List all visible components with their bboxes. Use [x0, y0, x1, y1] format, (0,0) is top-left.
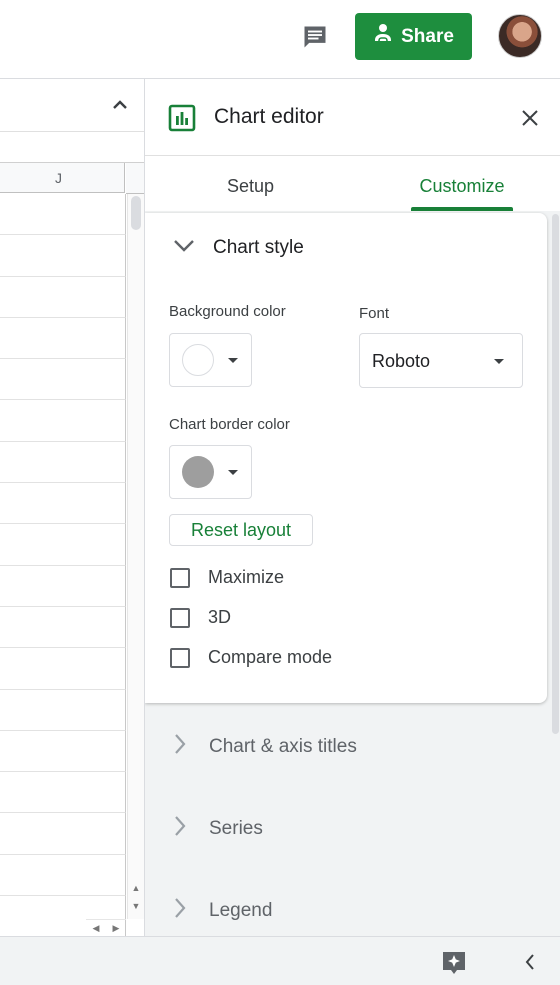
bar-chart-icon: [168, 104, 196, 132]
grid-row[interactable]: [0, 730, 126, 773]
caret-down-icon: [228, 358, 238, 363]
scroll-down-icon[interactable]: ▼: [128, 897, 144, 915]
font-label: Font: [359, 305, 390, 322]
collapse-toolbar-row: [0, 79, 144, 132]
column-header-j[interactable]: J: [0, 163, 125, 193]
top-bar: Share: [0, 0, 560, 79]
grid-row[interactable]: [0, 235, 126, 277]
tab-setup[interactable]: Setup: [193, 156, 308, 211]
section-label: Chart & axis titles: [209, 736, 357, 757]
background-color-picker[interactable]: [169, 333, 252, 387]
panel-scrollbar[interactable]: [552, 214, 559, 734]
grid-row[interactable]: [0, 317, 126, 360]
maximize-label: Maximize: [208, 567, 285, 587]
grid-row[interactable]: [0, 400, 126, 442]
maximize-checkbox[interactable]: [170, 567, 190, 588]
chart-style-header[interactable]: Chart style: [173, 237, 304, 259]
header-corner: [126, 163, 144, 194]
section-label: Series: [209, 818, 263, 839]
grid-row[interactable]: [0, 854, 126, 897]
chevron-right-icon: [173, 733, 187, 761]
grid-row[interactable]: [0, 483, 126, 525]
background-color-label: Background color: [169, 303, 286, 320]
scroll-thumb[interactable]: [131, 196, 141, 230]
3d-option[interactable]: 3D: [170, 607, 231, 628]
scroll-left-icon[interactable]: ◀: [93, 923, 100, 934]
panel-title: Chart editor: [214, 105, 324, 128]
caret-down-icon: [494, 359, 504, 364]
chevron-right-icon: [173, 897, 187, 925]
grid-row[interactable]: [0, 524, 126, 566]
avatar[interactable]: [498, 14, 542, 58]
chevron-left-icon[interactable]: [520, 952, 540, 972]
scroll-arrows[interactable]: ▲ ▼: [128, 879, 144, 917]
grid-rows: [0, 194, 126, 936]
chart-editor-panel: Chart editor Setup Customize Chart style…: [144, 79, 560, 936]
grid-row[interactable]: [0, 194, 126, 236]
border-color-swatch: [182, 456, 214, 488]
3d-checkbox[interactable]: [170, 607, 190, 628]
share-button[interactable]: Share: [355, 13, 472, 60]
horizontal-scroll-arrows[interactable]: ◀ ▶: [86, 919, 126, 936]
grid-row[interactable]: [0, 359, 126, 401]
editor-tabs: Setup Customize: [145, 156, 560, 211]
person-link-icon: [373, 23, 393, 51]
grid-row[interactable]: [0, 813, 126, 855]
grid-row[interactable]: [0, 441, 126, 484]
caret-down-icon: [228, 470, 238, 475]
chevron-down-icon: [173, 237, 195, 259]
chevron-up-icon[interactable]: [108, 93, 132, 117]
chart-axis-titles-section[interactable]: Chart & axis titles: [173, 733, 357, 761]
spreadsheet-grid: J ▲ ▼ ◀ ▶: [0, 79, 144, 936]
scroll-up-icon[interactable]: ▲: [128, 879, 144, 897]
maximize-option[interactable]: Maximize: [170, 567, 284, 588]
vertical-scrollbar[interactable]: [127, 194, 144, 919]
border-color-label: Chart border color: [169, 416, 290, 433]
chart-style-section: Chart style Background color Font Roboto…: [145, 213, 547, 703]
grid-row[interactable]: [0, 565, 126, 607]
legend-section[interactable]: Legend: [173, 897, 272, 925]
scroll-right-icon[interactable]: ▶: [113, 923, 120, 934]
font-dropdown[interactable]: Roboto: [359, 333, 523, 388]
grid-row[interactable]: [0, 648, 126, 690]
formula-bar[interactable]: [0, 132, 144, 163]
compare-mode-label: Compare mode: [208, 647, 333, 667]
share-label: Share: [401, 25, 454, 47]
grid-row[interactable]: [0, 689, 126, 731]
close-icon[interactable]: [518, 106, 542, 130]
chart-editor-header: Chart editor: [145, 79, 560, 156]
tab-customize[interactable]: Customize: [411, 156, 513, 211]
section-title: Chart style: [213, 237, 304, 258]
chevron-right-icon: [173, 815, 187, 843]
comment-icon[interactable]: [298, 20, 332, 54]
background-color-swatch: [182, 344, 214, 376]
grid-row[interactable]: [0, 772, 126, 814]
compare-mode-option[interactable]: Compare mode: [170, 647, 332, 668]
explore-sparkle-icon[interactable]: [440, 949, 468, 977]
grid-row[interactable]: [0, 276, 126, 318]
border-color-picker[interactable]: [169, 445, 252, 499]
compare-mode-checkbox[interactable]: [170, 647, 190, 668]
3d-label: 3D: [208, 607, 232, 627]
series-section[interactable]: Series: [173, 815, 263, 843]
reset-layout-button[interactable]: Reset layout: [169, 514, 313, 546]
active-tab-indicator: [411, 207, 513, 211]
font-value: Roboto: [372, 351, 431, 371]
grid-row[interactable]: [0, 606, 126, 649]
bottom-bar: [0, 936, 560, 985]
section-label: Legend: [209, 900, 273, 921]
